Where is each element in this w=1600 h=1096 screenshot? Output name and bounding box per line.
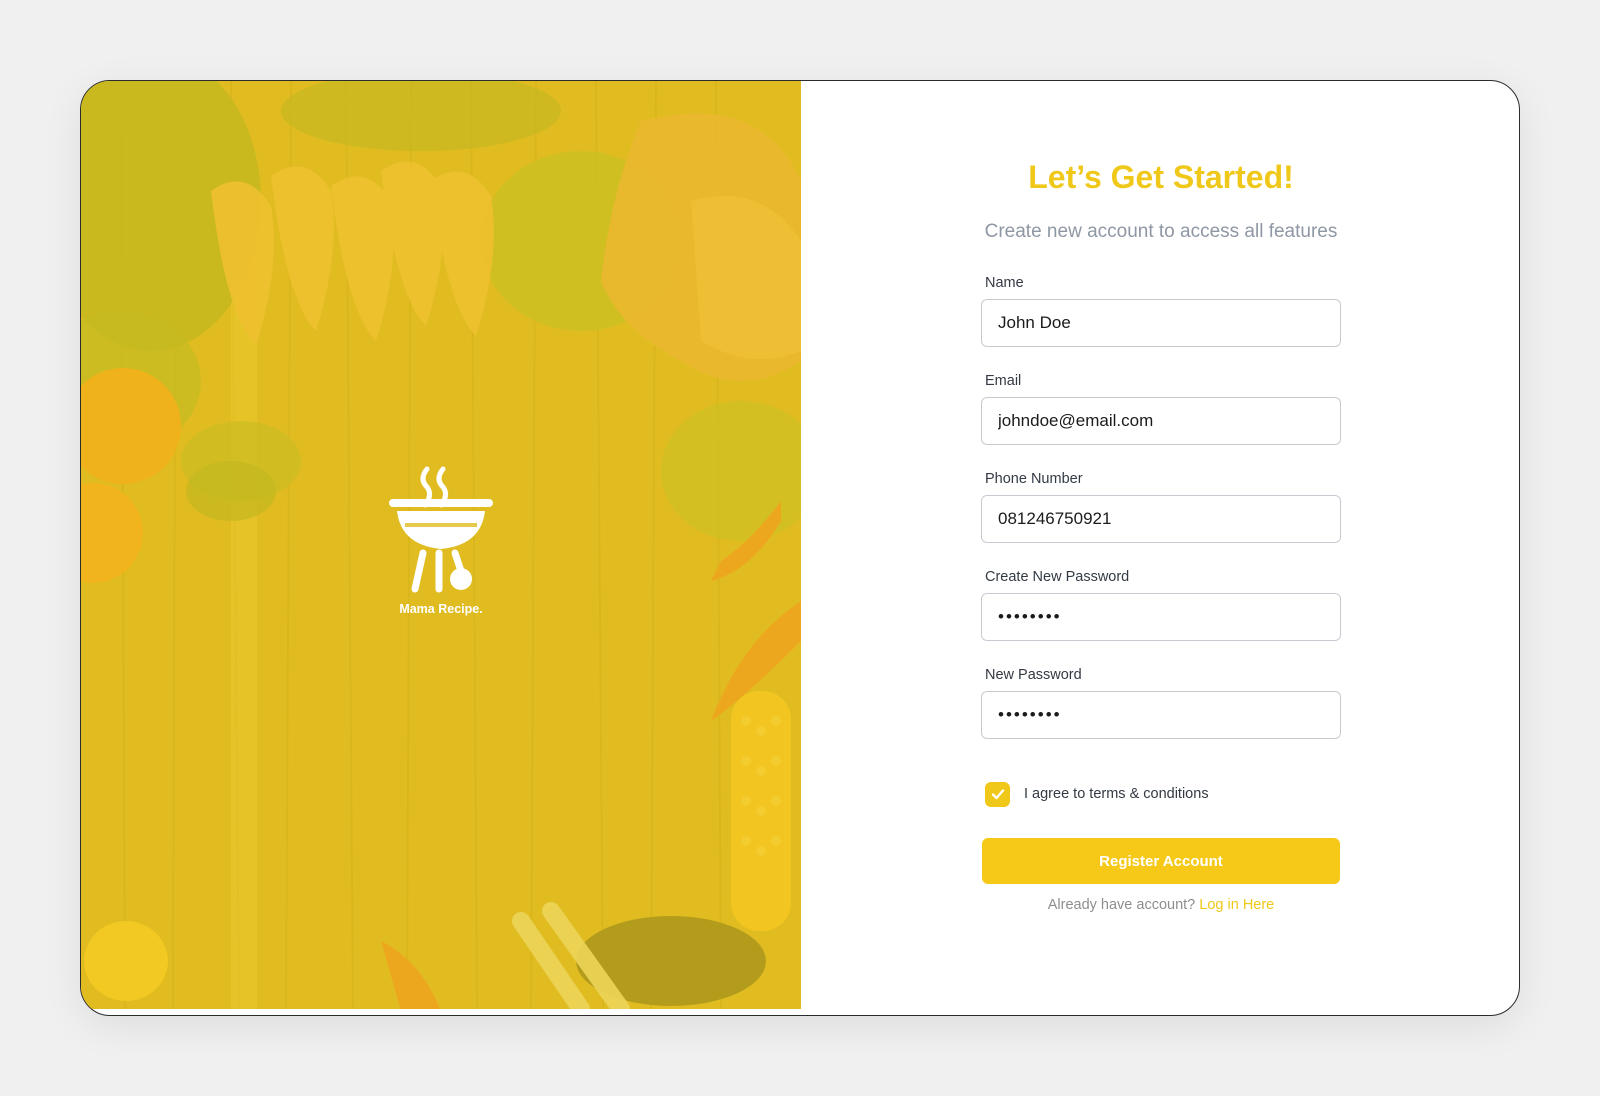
page-subtitle: Create new account to access all feature… [984, 221, 1338, 242]
phone-field-group: Phone Number [981, 471, 1341, 543]
create-password-label: Create New Password [985, 569, 1130, 585]
email-field-group: Email [981, 373, 1341, 445]
new-password-label: New Password [985, 667, 1082, 683]
hero-image-panel: Mama Recipe. [81, 81, 801, 1009]
email-label: Email [985, 373, 1022, 389]
login-link[interactable]: Log in Here [1199, 897, 1274, 913]
grill-icon [389, 466, 493, 593]
phone-label: Phone Number [985, 471, 1083, 487]
email-input[interactable] [981, 397, 1341, 445]
terms-agreement: I agree to terms & conditions [985, 781, 1209, 807]
login-prompt: Already have account? Log in Here [801, 897, 1519, 913]
new-password-input[interactable] [981, 691, 1341, 739]
terms-label: I agree to terms & conditions [1024, 786, 1209, 802]
name-field-group: Name [981, 275, 1341, 347]
phone-input[interactable] [981, 495, 1341, 543]
register-card: Mama Recipe. Let’s Get Started! Create n… [80, 80, 1520, 1016]
brand-name: Mama Recipe. [399, 602, 483, 616]
name-label: Name [985, 275, 1024, 291]
name-input[interactable] [981, 299, 1341, 347]
page-title: Let’s Get Started! [1028, 159, 1294, 195]
create-password-field-group: Create New Password [981, 569, 1341, 641]
create-password-input[interactable] [981, 593, 1341, 641]
brand-logo: Mama Recipe. [383, 465, 499, 616]
terms-checkbox[interactable] [985, 781, 1010, 807]
register-account-button[interactable]: Register Account [982, 838, 1340, 884]
register-form: Let’s Get Started! Create new account to… [801, 81, 1519, 1015]
login-prompt-text: Already have account? [1047, 897, 1196, 913]
check-icon [991, 789, 1004, 800]
new-password-field-group: New Password [981, 667, 1341, 739]
